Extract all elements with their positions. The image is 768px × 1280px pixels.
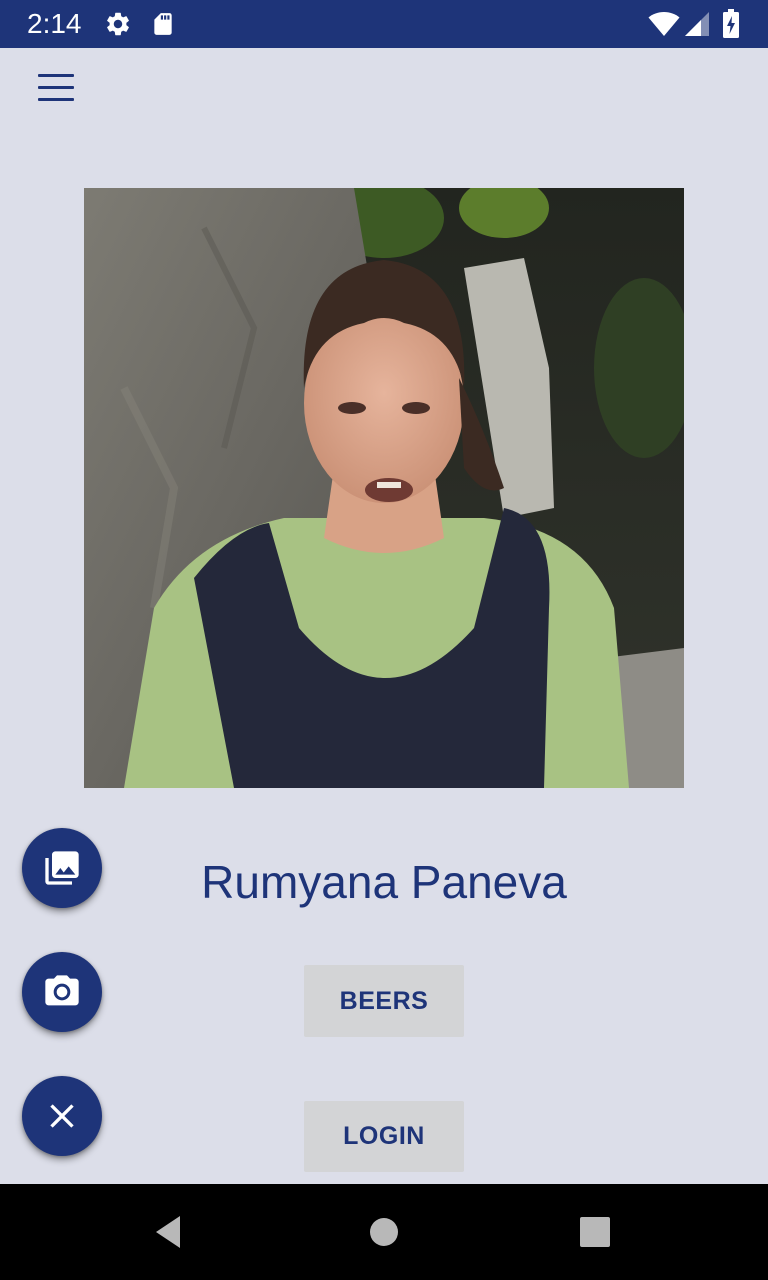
recents-button[interactable] (547, 1184, 643, 1280)
menu-line (38, 86, 74, 89)
gallery-icon (45, 851, 79, 885)
menu-line (38, 74, 74, 77)
gear-icon (107, 12, 129, 36)
recents-icon (580, 1217, 610, 1247)
battery-charging-icon (723, 9, 739, 38)
menu-line (38, 98, 74, 101)
login-button[interactable]: LOGIN (304, 1101, 464, 1172)
close-icon (50, 1104, 74, 1128)
cell-signal-icon (685, 12, 709, 36)
camera-icon (45, 975, 79, 1006)
back-icon (156, 1216, 180, 1248)
status-bar: 2:14 (0, 0, 768, 48)
home-button[interactable] (336, 1184, 432, 1280)
hamburger-menu-icon[interactable] (24, 62, 88, 114)
back-button[interactable] (122, 1184, 218, 1280)
wifi-icon (648, 12, 680, 36)
home-icon (370, 1218, 398, 1246)
status-time: 2:14 (27, 8, 82, 39)
beers-button[interactable]: BEERS (304, 965, 464, 1037)
profile-photo (84, 188, 684, 788)
close-button[interactable] (22, 1076, 102, 1156)
navigation-bar (0, 1184, 768, 1280)
profile-name: Rumyana Paneva (201, 856, 567, 908)
gallery-button[interactable] (22, 828, 102, 908)
sd-card-icon (154, 13, 172, 35)
camera-button[interactable] (22, 952, 102, 1032)
